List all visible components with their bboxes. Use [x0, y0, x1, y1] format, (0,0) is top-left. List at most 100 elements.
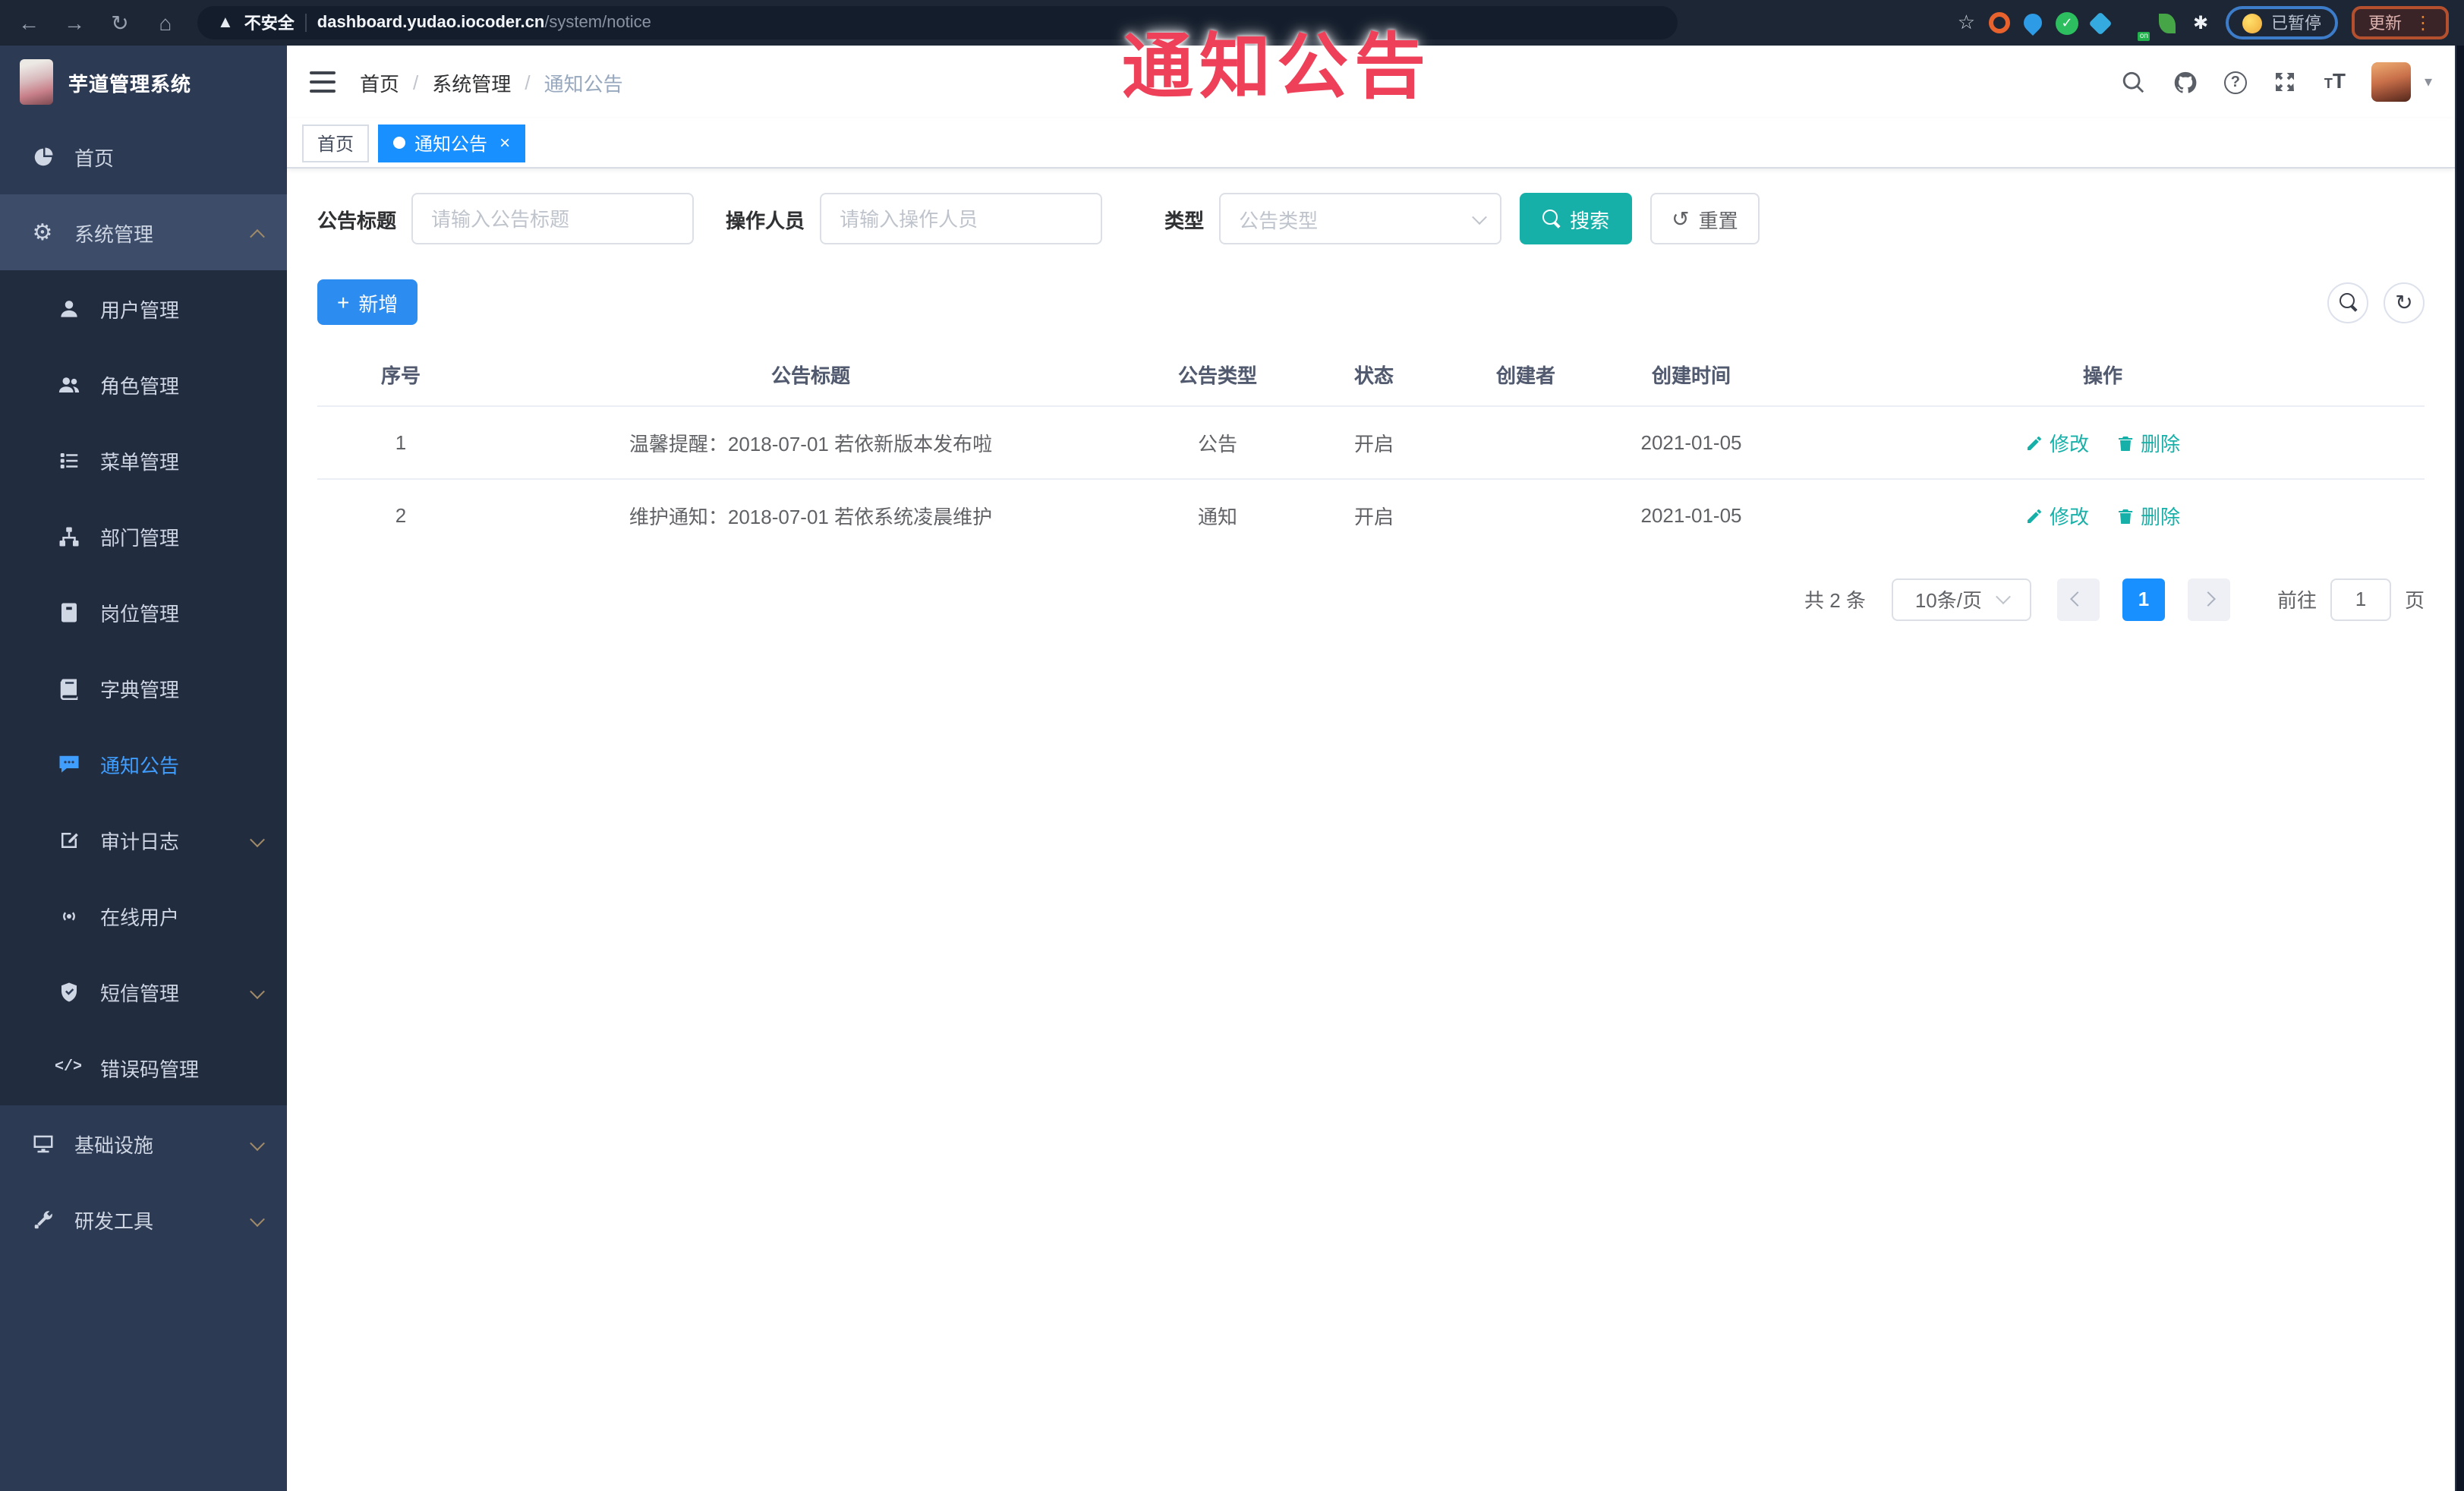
breadcrumb: 首页 / 系统管理 / 通知公告 — [360, 68, 623, 96]
sidebar-item-dept[interactable]: 部门管理 — [0, 498, 287, 574]
reload-icon[interactable]: ↻ — [106, 10, 134, 36]
sidebar-item-dev-tools[interactable]: 研发工具 — [0, 1181, 287, 1257]
browser-actions: ☆ ✓ on ✱ 已暂停 更新 ⋮ — [1958, 6, 2449, 40]
back-icon[interactable]: ← — [15, 11, 43, 35]
search-icon[interactable] — [2121, 69, 2147, 95]
sidebar: 芋道管理系统 首页 ⚙ 系统管理用户管理角色管理菜单管理部门管理 岗位管理字典管理通知… — [0, 46, 287, 1491]
filter-title-input[interactable] — [411, 193, 695, 244]
app-logo — [20, 59, 53, 105]
stack-extension-icon[interactable]: on — [2122, 11, 2150, 40]
paused-label: 已暂停 — [2271, 15, 2321, 33]
update-browser-button[interactable]: 更新 ⋮ — [2352, 6, 2449, 39]
breadcrumb-separator: / — [413, 71, 419, 93]
forward-icon[interactable]: → — [61, 11, 88, 35]
fullscreen-icon[interactable] — [2273, 69, 2299, 95]
notice-table: 序号 公告标题 公告类型 状态 创建者 创建时间 操作 1 温馨提醒：2018-07-01 若… — [317, 343, 2425, 552]
sidebar-logo-row[interactable]: 芋道管理系统 — [0, 46, 287, 118]
table-header-row: 序号 公告标题 公告类型 状态 创建者 创建时间 操作 — [317, 343, 2425, 406]
sidebar-item-role[interactable]: 角色管理 — [0, 346, 287, 422]
help-icon[interactable]: ? — [2223, 71, 2247, 93]
font-size-icon[interactable]: TT — [2324, 68, 2346, 96]
chevron-down-icon — [250, 1208, 265, 1231]
refresh-table-button[interactable]: ↻ — [2384, 282, 2425, 323]
delete-link[interactable]: 删除 — [2116, 428, 2180, 457]
avatar[interactable] — [2371, 62, 2411, 102]
close-icon[interactable]: × — [499, 134, 510, 152]
toggle-search-button[interactable] — [2327, 282, 2368, 323]
breadcrumb-item[interactable]: 系统管理 — [432, 68, 511, 96]
sidebar-item-online-user[interactable]: 在线用户 — [0, 878, 287, 954]
tab-home[interactable]: 首页 — [302, 124, 370, 162]
current-page[interactable]: 1 — [2122, 578, 2165, 620]
sidebar-item-dict[interactable]: 字典管理 — [0, 650, 287, 726]
add-button[interactable]: + 新增 — [317, 279, 418, 325]
sidebar-item-label: 字典管理 — [100, 678, 180, 701]
tags-view: 首页 通知公告 × — [287, 118, 2455, 169]
user-icon — [56, 297, 80, 320]
filter-type-select[interactable]: 公告类型 — [1219, 193, 1502, 244]
sidebar-item-audit-log[interactable]: 审计日志 — [0, 802, 287, 878]
cell-type: 公告 — [1137, 405, 1298, 479]
home-icon[interactable]: ⌂ — [152, 11, 179, 35]
white-paw-extension-icon[interactable]: ✱ — [2189, 11, 2212, 34]
sidebar-item-home[interactable]: 首页 — [0, 118, 287, 194]
collapse-sidebar-icon[interactable] — [310, 71, 336, 93]
sidebar-item-sms[interactable]: 短信管理 — [0, 954, 287, 1029]
sidebar-menu: 首页 ⚙ 系统管理用户管理角色管理菜单管理部门管理 岗位管理字典管理通知公告审计日志在… — [0, 118, 287, 1491]
page-size-select[interactable]: 10条/页 — [1891, 578, 2031, 620]
emoji-face-icon — [2242, 13, 2262, 33]
cell-type: 通知 — [1137, 478, 1298, 552]
sidebar-item-error-code[interactable]: </> 错误码管理 — [0, 1029, 287, 1105]
search-button-icon — [1542, 210, 1561, 228]
chevron-down-icon — [250, 828, 265, 851]
sidebar-item-notice[interactable]: 通知公告 — [0, 726, 287, 802]
edit-link[interactable]: 修改 — [2025, 428, 2089, 457]
sidebar-item-system[interactable]: ⚙ 系统管理 — [0, 194, 287, 270]
sidebar-item-label: 用户管理 — [100, 298, 180, 321]
cell-creator — [1450, 478, 1602, 552]
sidebar-item-infra[interactable]: 基础设施 — [0, 1105, 287, 1181]
sidebar-item-menu[interactable]: 菜单管理 — [0, 422, 287, 498]
url-path: /system/notice — [544, 14, 651, 32]
app-window: 芋道管理系统 首页 ⚙ 系统管理 用户管理 角色管理 菜单管理 部门管理 岗位管理 字典管理 通知… — [0, 46, 2455, 1491]
goto-page-input[interactable] — [2330, 578, 2391, 620]
prev-page-button[interactable] — [2056, 578, 2100, 620]
green-leaf-extension-icon[interactable] — [2159, 13, 2176, 33]
sidebar-item-post[interactable]: 岗位管理 — [0, 574, 287, 650]
breadcrumb-item[interactable]: 首页 — [360, 68, 399, 96]
filter-operator-input[interactable] — [820, 193, 1103, 244]
filter-form: 公告标题 操作人员 类型 公告类型 搜索 ↺ 重置 — [317, 193, 2425, 244]
badge-icon — [56, 600, 80, 623]
cell-no: 2 — [317, 478, 484, 552]
sidebar-item-label: 基础设施 — [74, 1133, 154, 1156]
sidebar-item-label: 菜单管理 — [100, 450, 180, 473]
github-icon[interactable] — [2173, 69, 2198, 95]
address-bar[interactable]: ▲ 不安全 dashboard.yudao.iocoder.cn/system/… — [197, 6, 1678, 39]
blue-gem-extension-icon[interactable] — [2088, 11, 2113, 35]
green-check-extension-icon[interactable]: ✓ — [2056, 11, 2078, 34]
sidebar-item-label: 首页 — [74, 147, 115, 169]
browser-menu-icon[interactable]: ⋮ — [2414, 12, 2432, 33]
orange-ring-extension-icon[interactable] — [1989, 12, 2010, 33]
delete-link[interactable]: 删除 — [2116, 502, 2180, 531]
bookmark-star-icon[interactable]: ☆ — [1958, 11, 1975, 35]
avatar-caret-icon[interactable]: ▾ — [2425, 74, 2432, 90]
blue-drop-extension-icon[interactable] — [2020, 10, 2046, 36]
sidebar-item-user[interactable]: 用户管理 — [0, 270, 287, 346]
type-select-placeholder: 公告类型 — [1239, 209, 1319, 232]
sidebar-item-label: 审计日志 — [100, 830, 180, 853]
gear-icon: ⚙ — [32, 220, 53, 246]
active-tab-dot — [393, 137, 406, 149]
reset-refresh-icon: ↺ — [1672, 206, 1690, 231]
column-header: 状态 — [1353, 364, 1394, 387]
reset-button[interactable]: ↺ 重置 — [1650, 193, 1760, 244]
next-page-button[interactable] — [2187, 578, 2230, 620]
sidebar-item-label: 短信管理 — [100, 982, 180, 1004]
total-count: 共 2 条 — [1804, 589, 1866, 612]
table-row: 1 温馨提醒：2018-07-01 若依新版本发布啦 公告 开启 2021-01-05 修… — [317, 405, 2425, 479]
tab-notice[interactable]: 通知公告 × — [378, 124, 526, 162]
edit-link[interactable]: 修改 — [2025, 502, 2089, 531]
search-button[interactable]: 搜索 — [1520, 193, 1633, 244]
paused-extension-pill[interactable]: 已暂停 — [2226, 6, 2338, 39]
magnifier-icon — [2339, 293, 2357, 311]
